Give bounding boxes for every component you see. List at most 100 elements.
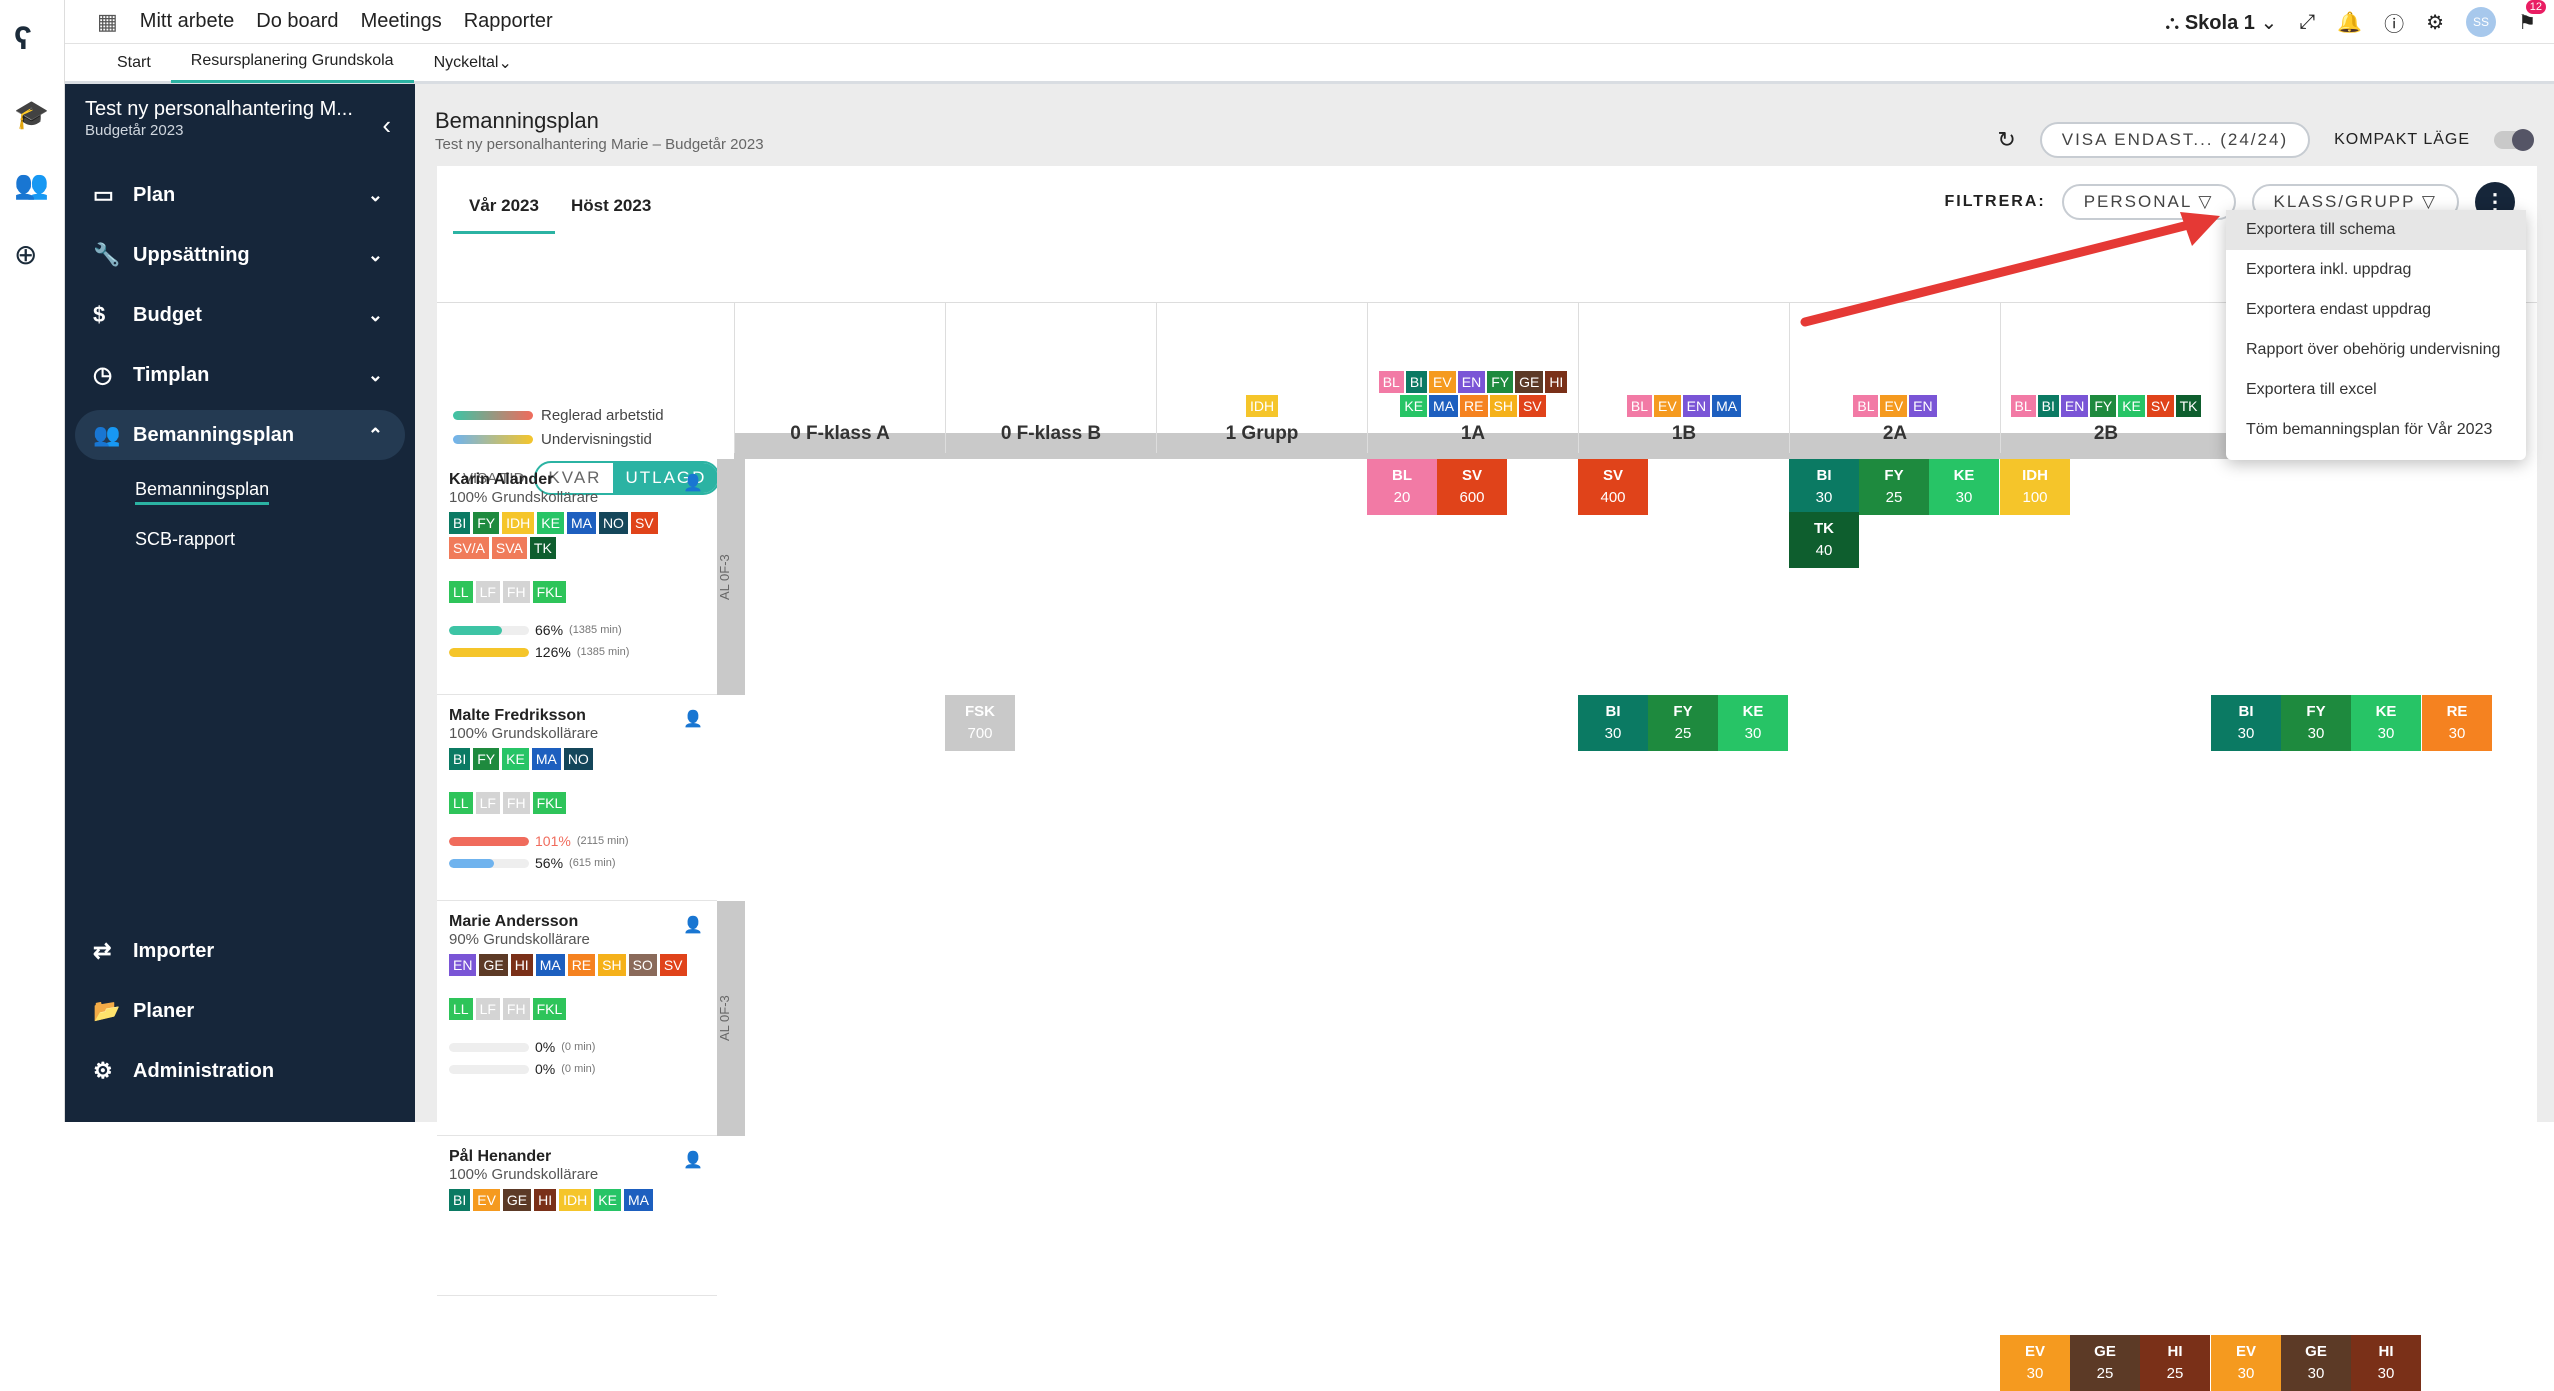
sidebar-item-plan[interactable]: ▭ Plan ⌄ xyxy=(75,170,405,220)
menu-tom-bemanningsplan[interactable]: Töm bemanningsplan för Vår 2023 xyxy=(2226,410,2526,450)
allocation-cell[interactable]: GE 25 xyxy=(2070,1335,2140,1391)
menu-exportera-schema[interactable]: Exportera till schema xyxy=(2226,210,2526,250)
allocation-cell[interactable]: BI 30 xyxy=(1578,695,1648,751)
funnel-icon: ▽ xyxy=(2421,192,2437,211)
subnav-start[interactable]: Start xyxy=(97,43,171,83)
staff-row[interactable]: Malte Fredriksson 100% Grundskollärare 👤 BI… xyxy=(437,695,717,901)
class-column-header[interactable]: 0 F-klass A xyxy=(734,303,945,453)
person-icon[interactable]: 👤 xyxy=(683,709,703,729)
refresh-icon[interactable]: ↻ xyxy=(1997,127,2015,153)
tab-host-2023[interactable]: Höst 2023 xyxy=(555,186,667,234)
allocation-cell[interactable]: TK 40 xyxy=(1789,512,1859,568)
school-selector[interactable]: ⛬ Skola 1 ⌄ xyxy=(2165,10,2277,35)
collapse-sidebar-icon[interactable]: ‹ xyxy=(382,110,391,141)
progress-minutes: (0 min) xyxy=(561,1063,596,1075)
person-icon[interactable]: 👤 xyxy=(683,915,703,935)
nav-meetings[interactable]: Meetings xyxy=(361,10,442,33)
tab-var-2023[interactable]: Vår 2023 xyxy=(453,186,555,234)
add-circle-icon[interactable]: ⊕ xyxy=(14,238,37,271)
gear-icon[interactable]: ⚙ xyxy=(2426,10,2444,35)
staff-role: 90% Grundskollärare xyxy=(449,931,590,948)
subnav-resursplanering[interactable]: Resursplanering Grundskola xyxy=(170,43,414,83)
apps-grid-icon[interactable]: ▦ xyxy=(97,9,118,35)
graduation-cap-icon[interactable]: 🎓 xyxy=(14,98,49,131)
sidebar-item-timplan[interactable]: ◷ Timplan ⌄ xyxy=(75,350,405,400)
info-icon[interactable]: ⓘ xyxy=(2384,8,2404,37)
allocation-cell[interactable]: FY 25 xyxy=(1859,459,1929,515)
subject-tag: EV xyxy=(1429,371,1456,393)
allocation-cell[interactable]: IDH 100 xyxy=(2000,459,2070,515)
staff-role: 100% Grundskollärare xyxy=(449,1166,599,1183)
nav-rapporter[interactable]: Rapporter xyxy=(464,10,553,33)
allocation-cell[interactable]: SV 400 xyxy=(1578,459,1648,515)
subject-tag: KE xyxy=(502,748,529,770)
cell-value: 30 xyxy=(2237,725,2255,742)
sidebar-item-planer[interactable]: 📂 Planer xyxy=(75,986,405,1036)
menu-exportera-inkl-uppdrag[interactable]: Exportera inkl. uppdrag xyxy=(2226,250,2526,290)
staff-row[interactable]: Pål Henander 100% Grundskollärare 👤 BI EV GE H… xyxy=(437,1136,717,1296)
person-icon[interactable]: 👤 xyxy=(683,1150,703,1170)
flag-notifications-icon[interactable]: ⚑ 12 xyxy=(2518,0,2546,35)
menu-exportera-endast-uppdrag[interactable]: Exportera endast uppdrag xyxy=(2226,290,2526,330)
allocation-cell[interactable]: KE 30 xyxy=(1718,695,1788,751)
sidebar-item-budget[interactable]: $ Budget ⌄ xyxy=(75,290,405,340)
sidebar-sub-scb-rapport[interactable]: SCB-rapport xyxy=(135,529,235,550)
cell-value: 30 xyxy=(2307,1365,2325,1382)
sidebar-item-bemanningsplan[interactable]: 👥 Bemanningsplan ⌃ xyxy=(75,410,405,460)
person-icon[interactable]: 👤 xyxy=(683,473,703,493)
staff-row[interactable]: Karin Alander 100% Grundskollärare 👤 BI FY ID… xyxy=(437,459,717,695)
cell-value: 30 xyxy=(2307,725,2325,742)
allocation-cell[interactable]: FY 25 xyxy=(1648,695,1718,751)
progress-minutes: (1385 min) xyxy=(576,646,630,658)
bell-icon[interactable]: 🔔 xyxy=(2337,10,2362,35)
subject-tag: NO xyxy=(563,748,593,770)
allocation-cell[interactable]: KE 30 xyxy=(1929,459,1999,515)
allocation-cell[interactable]: EV 30 xyxy=(2000,1335,2070,1391)
staff-row[interactable]: Marie Andersson 90% Grundskollärare 👤 EN GE H… xyxy=(437,901,717,1136)
allocation-cell[interactable]: RE 30 xyxy=(2422,695,2492,751)
allocation-cell[interactable]: HI 25 xyxy=(2140,1335,2210,1391)
allocation-cell[interactable]: KE 30 xyxy=(2351,695,2421,751)
sidebar-item-uppsattning[interactable]: 🔧 Uppsättning ⌄ xyxy=(75,230,405,280)
kompakt-label: KOMPAKT LÄGE xyxy=(2334,131,2470,148)
subject-tag: EN xyxy=(1457,371,1486,393)
class-column-header[interactable]: 0 F-klass B xyxy=(945,303,1156,453)
class-name: 1 Grupp xyxy=(1225,423,1299,444)
allocation-cell[interactable]: FSK 700 xyxy=(945,695,1015,751)
sidebar-item-importer[interactable]: ⇄ Importer xyxy=(75,926,405,976)
subject-tag: RE xyxy=(567,954,596,976)
subject-tag: BL xyxy=(1378,371,1404,393)
menu-rapport-obehorig[interactable]: Rapport över obehörig undervisning xyxy=(2226,330,2526,370)
progress-bar xyxy=(449,1064,529,1074)
subject-tag: LF xyxy=(475,581,500,603)
allocation-cell[interactable]: HI 30 xyxy=(2351,1335,2421,1391)
menu-exportera-excel[interactable]: Exportera till excel xyxy=(2226,370,2526,410)
class-column-header[interactable]: IDH 1 Grupp xyxy=(1156,303,1367,453)
allocation-cell[interactable]: BL 20 xyxy=(1367,459,1437,515)
staff-name: Karin Alander xyxy=(449,471,554,488)
gear-icon: ⚙ xyxy=(93,1058,113,1083)
allocation-cell[interactable]: BI 30 xyxy=(2211,695,2281,751)
kompakt-toggle[interactable] xyxy=(2494,129,2534,151)
visa-endast-button[interactable]: VISA ENDAST... (24/24) xyxy=(2039,122,2311,158)
class-column-header[interactable]: BL EV EN MA 1B xyxy=(1578,303,1789,453)
allocation-cell[interactable]: BI 30 xyxy=(1789,459,1859,515)
sidebar-sub-bemanningsplan[interactable]: Bemanningsplan xyxy=(135,479,270,505)
sidebar-item-administration[interactable]: ⚙ Administration xyxy=(75,1046,405,1096)
allocation-cell[interactable]: FY 30 xyxy=(2281,695,2351,751)
chevron-up-icon: ⌃ xyxy=(367,424,383,445)
staff-name: Pål Henander xyxy=(449,1148,552,1165)
subject-tag: EV xyxy=(1880,395,1908,417)
nav-do-board[interactable]: Do board xyxy=(256,10,338,33)
nav-mitt-arbete[interactable]: Mitt arbete xyxy=(140,10,234,33)
people-group-icon[interactable]: 👥 xyxy=(14,168,49,201)
allocation-cell[interactable]: EV 30 xyxy=(2211,1335,2281,1391)
app-logo-icon[interactable]: ʕ xyxy=(14,20,32,57)
class-column-header[interactable]: BL BI EV EN FY GE HI KE MA RE SH SV 1A xyxy=(1367,303,1578,453)
subject-tag: FY xyxy=(1487,371,1514,393)
avatar[interactable]: SS xyxy=(2466,7,2497,37)
expand-icon[interactable]: ⤢ xyxy=(2299,11,2315,34)
allocation-cell[interactable]: SV 600 xyxy=(1437,459,1507,515)
subnav-nyckeltal[interactable]: Nyckeltal ⌄ xyxy=(414,43,532,83)
allocation-cell[interactable]: GE 30 xyxy=(2281,1335,2351,1391)
